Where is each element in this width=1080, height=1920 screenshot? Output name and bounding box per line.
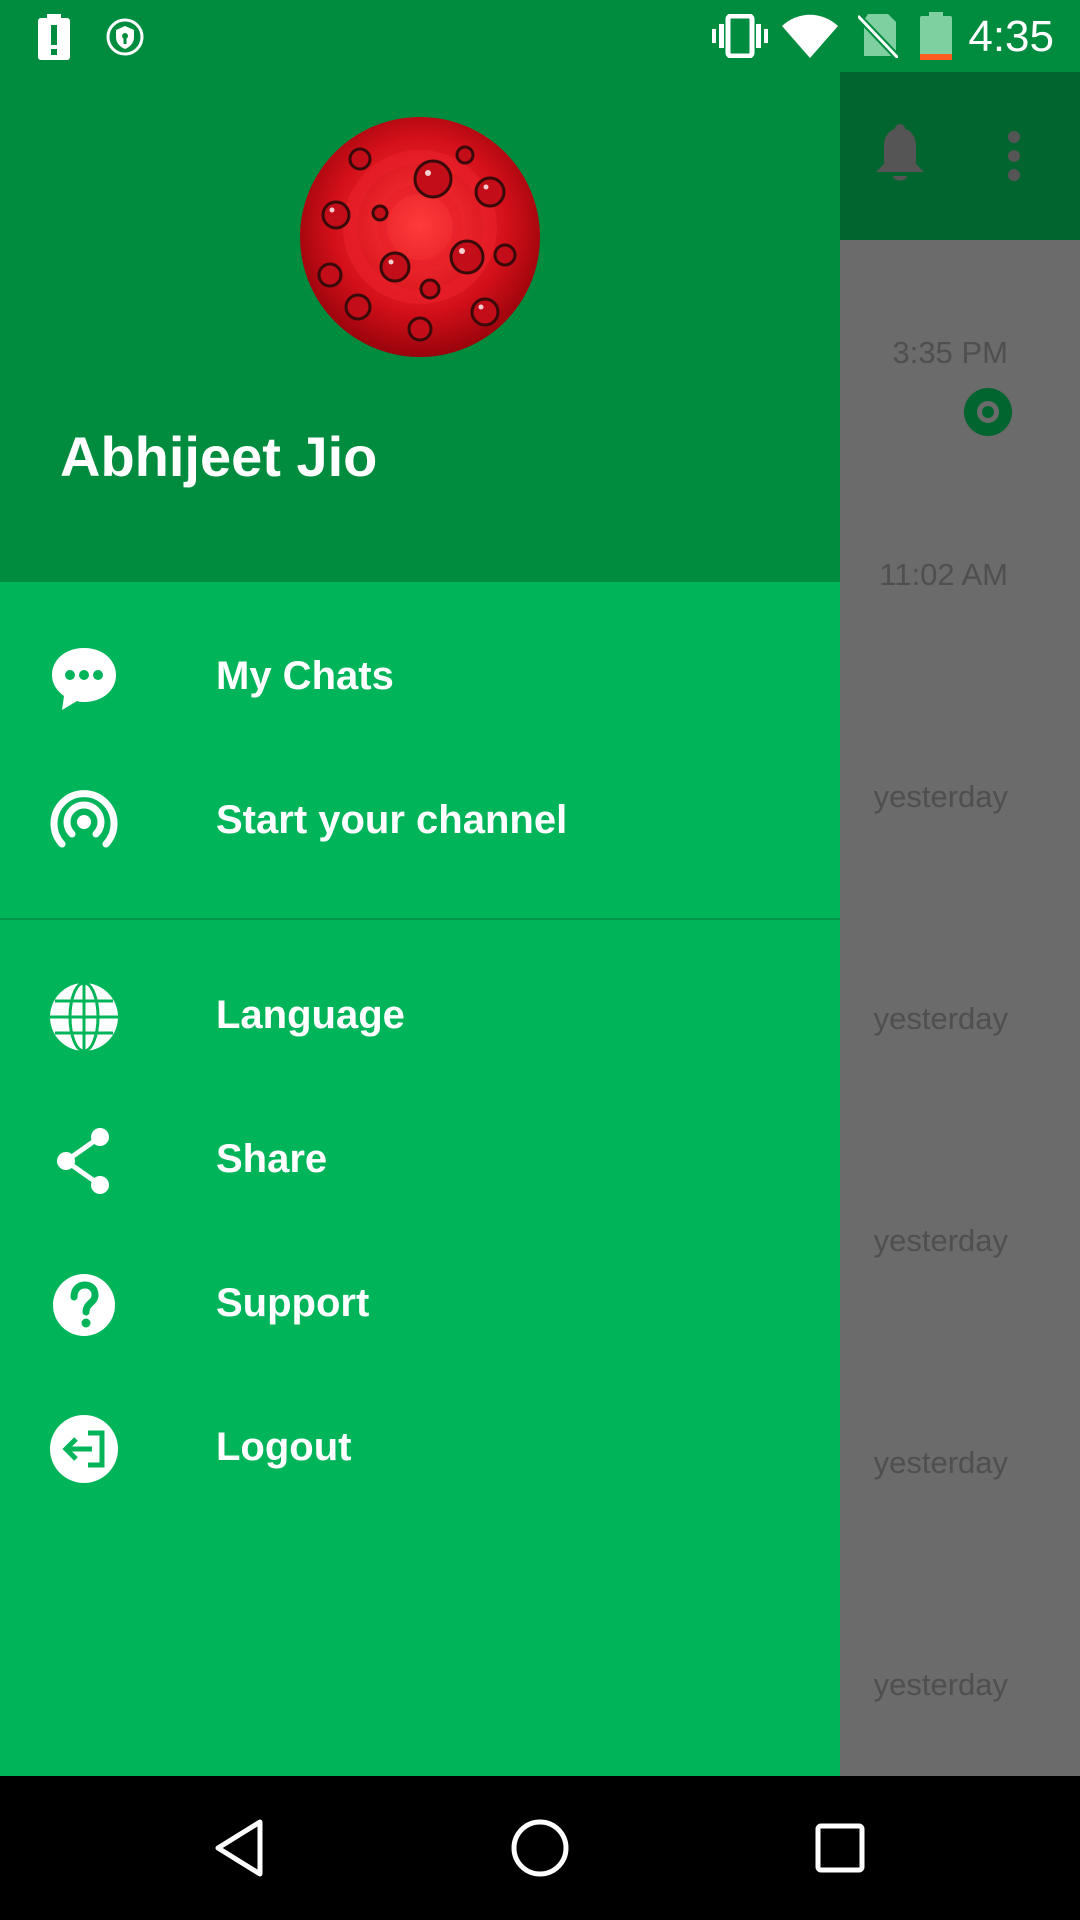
menu-item-start-channel[interactable]: Start your channel xyxy=(0,750,840,894)
menu-item-label: Logout xyxy=(216,1425,352,1469)
status-bar: 4:35 xyxy=(0,0,1080,72)
menu-item-share[interactable]: Share xyxy=(0,1089,840,1233)
back-icon[interactable] xyxy=(204,1812,276,1884)
chat-time: yesterday xyxy=(873,1667,1008,1702)
chat-time: yesterday xyxy=(873,779,1008,814)
chat-time: 11:02 AM xyxy=(879,557,1008,592)
menu-item-label: Share xyxy=(216,1137,328,1181)
bell-icon[interactable] xyxy=(872,124,928,188)
menu-item-support[interactable]: Support xyxy=(0,1233,840,1377)
no-sim-icon xyxy=(858,14,898,58)
help-icon xyxy=(53,1274,115,1336)
menu-item-logout[interactable]: Logout xyxy=(0,1377,840,1521)
avatar[interactable] xyxy=(300,117,540,357)
menu-item-my-chats[interactable]: My Chats xyxy=(0,606,840,750)
navigation-drawer: Abhijeet Jio My Chats Start your channel xyxy=(0,72,840,1776)
menu-item-label: My Chats xyxy=(216,654,394,698)
screen: 4:35 3:35 PM 11:02 AM yesterday yesterda… xyxy=(0,0,1080,1920)
chat-time: yesterday xyxy=(873,1223,1008,1258)
more-vert-icon[interactable] xyxy=(1002,130,1026,182)
home-icon[interactable] xyxy=(504,1812,576,1884)
broadcast-icon xyxy=(50,790,118,848)
logout-icon xyxy=(50,1415,118,1483)
vpn-shield-icon xyxy=(106,18,144,56)
drawer-header: Abhijeet Jio xyxy=(0,72,840,582)
menu-item-label: Support xyxy=(216,1281,370,1325)
battery-alert-icon xyxy=(38,14,70,60)
battery-icon xyxy=(920,12,952,60)
chat-icon xyxy=(52,648,116,710)
menu-divider xyxy=(0,918,840,920)
chat-time: yesterday xyxy=(873,1445,1008,1480)
recents-icon[interactable] xyxy=(804,1812,876,1884)
share-icon xyxy=(57,1128,109,1194)
unread-badge xyxy=(964,388,1012,436)
system-navigation-bar xyxy=(0,1776,1080,1920)
chat-time: yesterday xyxy=(873,1001,1008,1036)
chat-time: 3:35 PM xyxy=(892,335,1008,370)
profile-name: Abhijeet Jio xyxy=(60,425,378,488)
menu-item-label: Start your channel xyxy=(216,798,568,842)
globe-icon xyxy=(50,981,118,1053)
vibrate-icon xyxy=(712,14,768,58)
wifi-icon xyxy=(782,14,838,58)
menu-item-language[interactable]: Language xyxy=(0,945,840,1089)
status-time: 4:35 xyxy=(968,12,1054,61)
menu-item-label: Language xyxy=(216,993,405,1037)
